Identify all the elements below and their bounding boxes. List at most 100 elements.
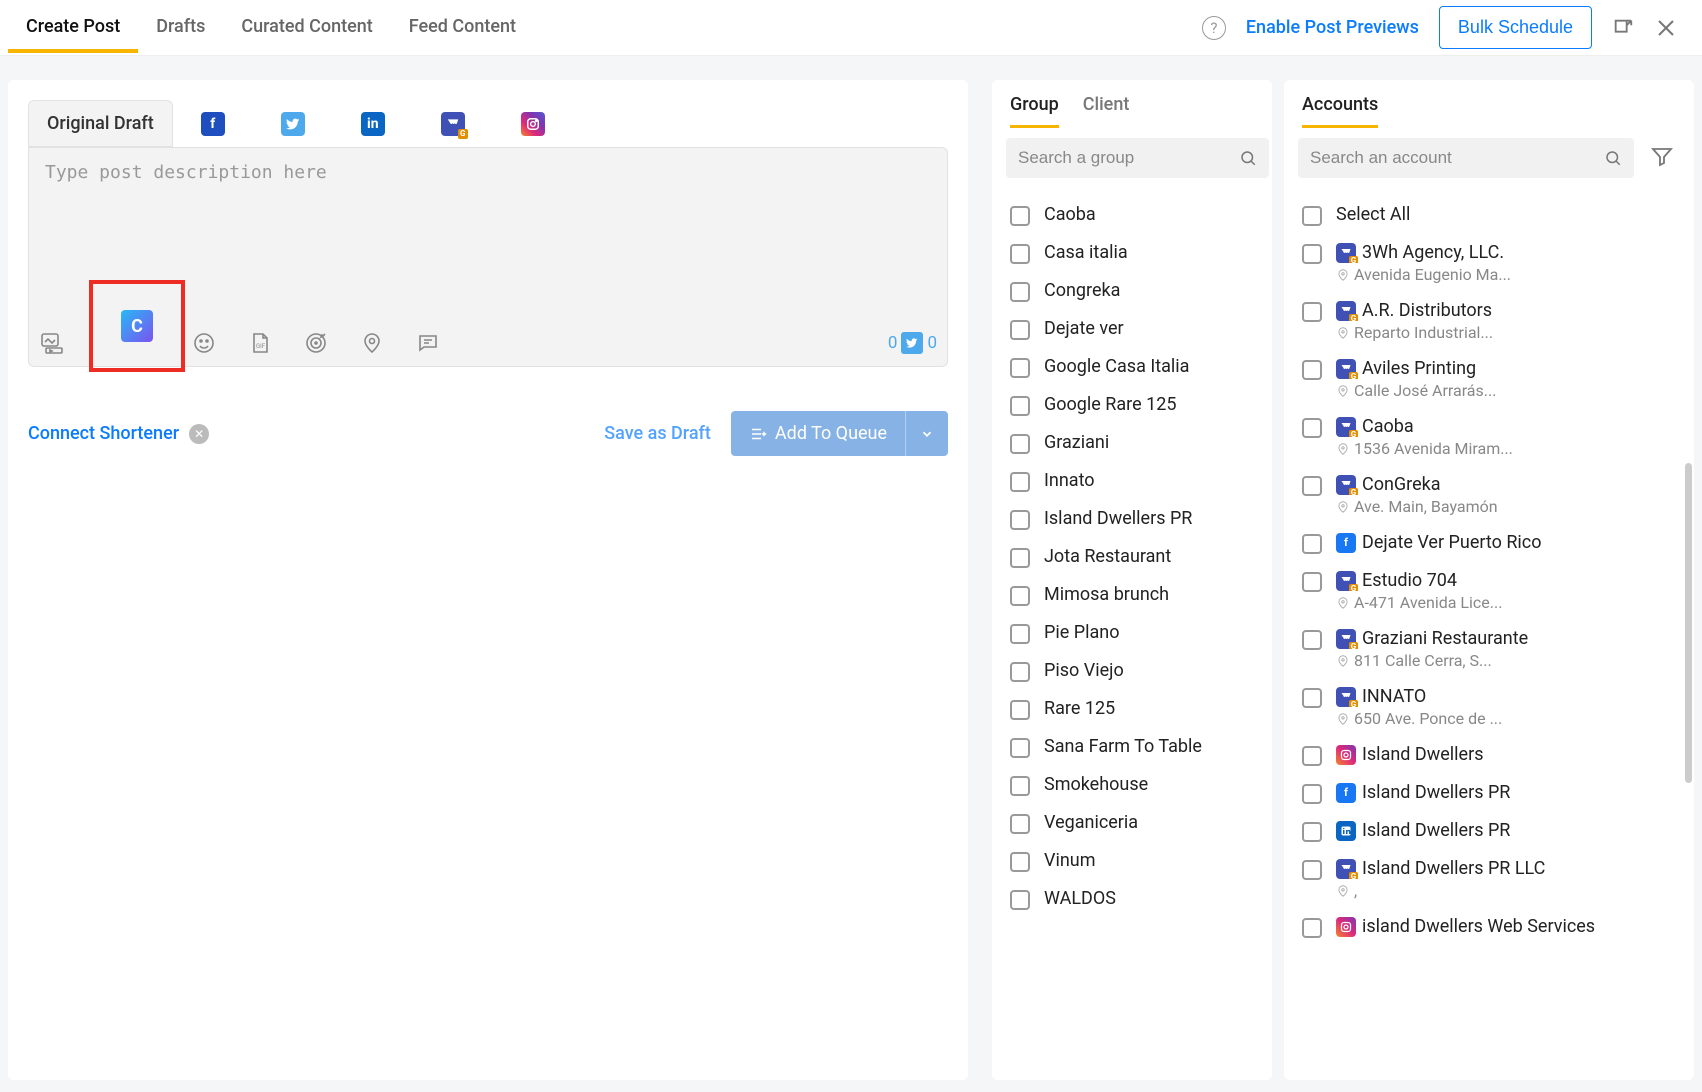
tab-curated[interactable]: Curated Content [223, 2, 390, 49]
group-tab[interactable]: Group [1010, 94, 1059, 128]
checkbox[interactable] [1010, 358, 1030, 378]
popout-icon[interactable] [1612, 17, 1634, 39]
target-icon[interactable] [303, 330, 329, 356]
canva-icon[interactable]: C [121, 310, 153, 342]
accounts-search-box[interactable] [1298, 138, 1634, 178]
checkbox[interactable] [1010, 282, 1030, 302]
enable-post-previews-link[interactable]: Enable Post Previews [1246, 17, 1419, 38]
media-icon[interactable] [39, 330, 65, 356]
select-all-item[interactable]: Select All [1298, 196, 1680, 234]
checkbox[interactable] [1010, 814, 1030, 834]
linkedin-icon[interactable]: in [361, 112, 385, 136]
group-search-input[interactable] [1018, 148, 1239, 168]
checkbox[interactable] [1010, 396, 1030, 416]
accounts-search-input[interactable] [1310, 148, 1604, 168]
checkbox[interactable] [1010, 434, 1030, 454]
tab-feed[interactable]: Feed Content [391, 2, 534, 49]
original-draft-tab[interactable]: Original Draft [28, 100, 173, 147]
checkbox[interactable] [1010, 776, 1030, 796]
checkbox[interactable] [1302, 784, 1322, 804]
save-as-draft-link[interactable]: Save as Draft [604, 423, 711, 444]
checkbox[interactable] [1302, 534, 1322, 554]
group-item[interactable]: Caoba [1006, 196, 1258, 234]
account-item[interactable]: 3Wh Agency, LLC.Avenida Eugenio Ma... [1298, 234, 1680, 292]
account-item[interactable]: fIsland Dwellers PR [1298, 774, 1680, 812]
connect-shortener-link[interactable]: Connect Shortener [28, 423, 179, 444]
checkbox[interactable] [1302, 302, 1322, 322]
filter-icon[interactable] [1644, 138, 1680, 178]
location-icon[interactable] [359, 330, 385, 356]
account-item[interactable]: Island Dwellers PR LLC, [1298, 850, 1680, 908]
checkbox[interactable] [1302, 918, 1322, 938]
group-item[interactable]: Pie Plano [1006, 614, 1258, 652]
account-item[interactable]: Aviles PrintingCalle José Arrarás... [1298, 350, 1680, 408]
group-search-box[interactable] [1006, 138, 1269, 178]
group-item[interactable]: Google Casa Italia [1006, 348, 1258, 386]
group-item[interactable]: Island Dwellers PR [1006, 500, 1258, 538]
group-item[interactable]: Veganiceria [1006, 804, 1258, 842]
group-item[interactable]: Congreka [1006, 272, 1258, 310]
queue-dropdown-caret[interactable] [905, 411, 948, 456]
group-item[interactable]: Sana Farm To Table [1006, 728, 1258, 766]
checkbox[interactable] [1302, 746, 1322, 766]
checkbox[interactable] [1302, 630, 1322, 650]
emoji-icon[interactable] [191, 330, 217, 356]
group-item[interactable]: Jota Restaurant [1006, 538, 1258, 576]
checkbox[interactable] [1010, 852, 1030, 872]
checkbox[interactable] [1302, 360, 1322, 380]
account-item[interactable]: Graziani Restaurante811 Calle Cerra, S..… [1298, 620, 1680, 678]
group-item[interactable]: Rare 125 [1006, 690, 1258, 728]
checkbox[interactable] [1010, 624, 1030, 644]
group-item[interactable]: Mimosa brunch [1006, 576, 1258, 614]
accounts-tab[interactable]: Accounts [1302, 94, 1378, 128]
group-item[interactable]: Dejate ver [1006, 310, 1258, 348]
checkbox[interactable] [1302, 244, 1322, 264]
checkbox[interactable] [1302, 822, 1322, 842]
checkbox[interactable] [1010, 244, 1030, 264]
post-textarea[interactable] [45, 162, 931, 272]
checkbox[interactable] [1302, 688, 1322, 708]
account-item[interactable]: Island Dwellers [1298, 736, 1680, 774]
twitter-icon[interactable] [281, 112, 305, 136]
group-item[interactable]: Vinum [1006, 842, 1258, 880]
google-my-business-icon[interactable] [441, 112, 465, 136]
group-item[interactable]: Casa italia [1006, 234, 1258, 272]
gif-icon[interactable]: GIF [247, 330, 273, 356]
checkbox[interactable] [1010, 472, 1030, 492]
checkbox[interactable] [1302, 418, 1322, 438]
tab-create-post[interactable]: Create Post [8, 2, 138, 53]
help-icon[interactable]: ? [1202, 16, 1226, 40]
close-icon[interactable] [1654, 16, 1678, 40]
instagram-icon[interactable] [521, 112, 545, 136]
alt-text-icon[interactable] [415, 330, 441, 356]
group-item[interactable]: Smokehouse [1006, 766, 1258, 804]
checkbox[interactable] [1010, 548, 1030, 568]
account-item[interactable]: INNATO650 Ave. Ponce de ... [1298, 678, 1680, 736]
account-item[interactable]: Island Dwellers PR [1298, 812, 1680, 850]
account-item[interactable]: island Dwellers Web Services [1298, 908, 1680, 946]
group-item[interactable]: Innato [1006, 462, 1258, 500]
group-item[interactable]: Piso Viejo [1006, 652, 1258, 690]
checkbox[interactable] [1302, 572, 1322, 592]
checkbox[interactable] [1010, 586, 1030, 606]
checkbox[interactable] [1010, 700, 1030, 720]
checkbox[interactable] [1010, 662, 1030, 682]
client-tab[interactable]: Client [1083, 94, 1130, 128]
account-item[interactable]: Estudio 704A-471 Avenida Lice... [1298, 562, 1680, 620]
checkbox[interactable] [1010, 510, 1030, 530]
dismiss-shortener-icon[interactable]: ✕ [189, 424, 209, 444]
account-item[interactable]: A.R. DistributorsReparto Industrial... [1298, 292, 1680, 350]
facebook-icon[interactable]: f [201, 112, 225, 136]
group-item[interactable]: Graziani [1006, 424, 1258, 462]
checkbox[interactable] [1010, 738, 1030, 758]
tab-drafts[interactable]: Drafts [138, 2, 223, 49]
account-item[interactable]: fDejate Ver Puerto Rico [1298, 524, 1680, 562]
checkbox[interactable] [1010, 890, 1030, 910]
bulk-schedule-button[interactable]: Bulk Schedule [1439, 6, 1592, 49]
scrollbar[interactable] [1685, 463, 1692, 783]
account-item[interactable]: Caoba1536 Avenida Miram... [1298, 408, 1680, 466]
checkbox[interactable] [1302, 206, 1322, 226]
group-item[interactable]: Google Rare 125 [1006, 386, 1258, 424]
checkbox[interactable] [1010, 206, 1030, 226]
checkbox[interactable] [1302, 860, 1322, 880]
